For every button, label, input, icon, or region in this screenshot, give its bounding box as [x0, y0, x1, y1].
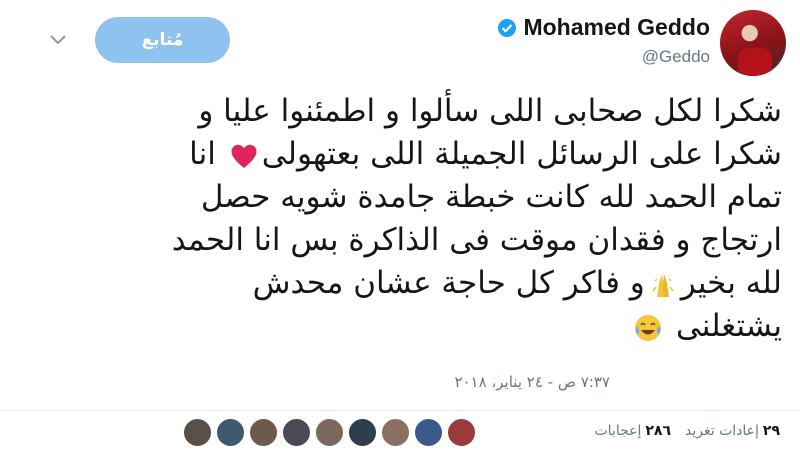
tweet-timestamp[interactable]: ٧:٣٧ ص - ٢٤ يناير، ٢٠١٨ [454, 373, 610, 391]
likes-label: إعجابات [594, 423, 642, 439]
liker-avatar[interactable] [315, 418, 344, 447]
retweets-count: ٢٩ [762, 423, 780, 439]
liker-avatar[interactable] [381, 418, 410, 447]
liker-avatars [183, 418, 476, 447]
tweet-line-text: انا [189, 136, 216, 172]
likes-count: ٢٨٦ [645, 423, 672, 439]
tweet-line: لله بخير و فاكر كل حاجة عشان محدش [12, 262, 782, 305]
folded-hands-icon [647, 269, 679, 301]
heart-icon [228, 140, 260, 172]
liker-avatar[interactable] [282, 418, 311, 447]
tweet-stats: ٢٩إعادات تغريد ٢٨٦إعجابات [594, 423, 780, 439]
tweet-line: شكرا لكل صحابى اللى سألوا و اطمئنوا عليا… [198, 93, 782, 129]
follow-button[interactable]: مُتابع [95, 17, 230, 63]
tweet-line: يشتغلنى [12, 305, 782, 348]
tweet-line-text: لله بخير [680, 265, 782, 301]
liker-avatar[interactable] [348, 418, 377, 447]
tweet-line-text: شكرا على الرسائل الجميلة اللى بعتهولى [261, 136, 782, 172]
author-name-row: Mohamed Geddo [497, 14, 710, 41]
author-display-name[interactable]: Mohamed Geddo [523, 14, 710, 41]
liker-avatar[interactable] [216, 418, 245, 447]
retweets-label: إعادات تغريد [685, 423, 759, 439]
tweet-line-text: و فاكر كل حاجة عشان محدش [252, 265, 645, 301]
tweet-text: شكرا لكل صحابى اللى سألوا و اطمئنوا عليا… [12, 90, 782, 348]
liker-avatar[interactable] [249, 418, 278, 447]
retweets-stat[interactable]: ٢٩إعادات تغريد [685, 423, 780, 439]
author-handle[interactable]: @Geddo [642, 47, 710, 67]
verified-badge-icon [497, 18, 517, 38]
likes-stat[interactable]: ٢٨٦إعجابات [594, 423, 671, 439]
avatar[interactable] [720, 10, 786, 76]
tears-of-joy-icon [632, 312, 664, 344]
liker-avatar[interactable] [183, 418, 212, 447]
tweet-line: ارتجاج و فقدان موقت فى الذاكرة بس انا ال… [171, 222, 782, 258]
liker-avatar[interactable] [447, 418, 476, 447]
tweet-line-text: يشتغلنى [675, 308, 782, 344]
tweet-line: تمام الحمد لله كانت خبطة جامدة شويه حصل [200, 179, 782, 215]
divider [0, 410, 800, 411]
tweet-line: شكرا على الرسائل الجميلة اللى بعتهولى ان… [12, 133, 782, 176]
chevron-down-icon[interactable] [46, 28, 70, 52]
liker-avatar[interactable] [414, 418, 443, 447]
